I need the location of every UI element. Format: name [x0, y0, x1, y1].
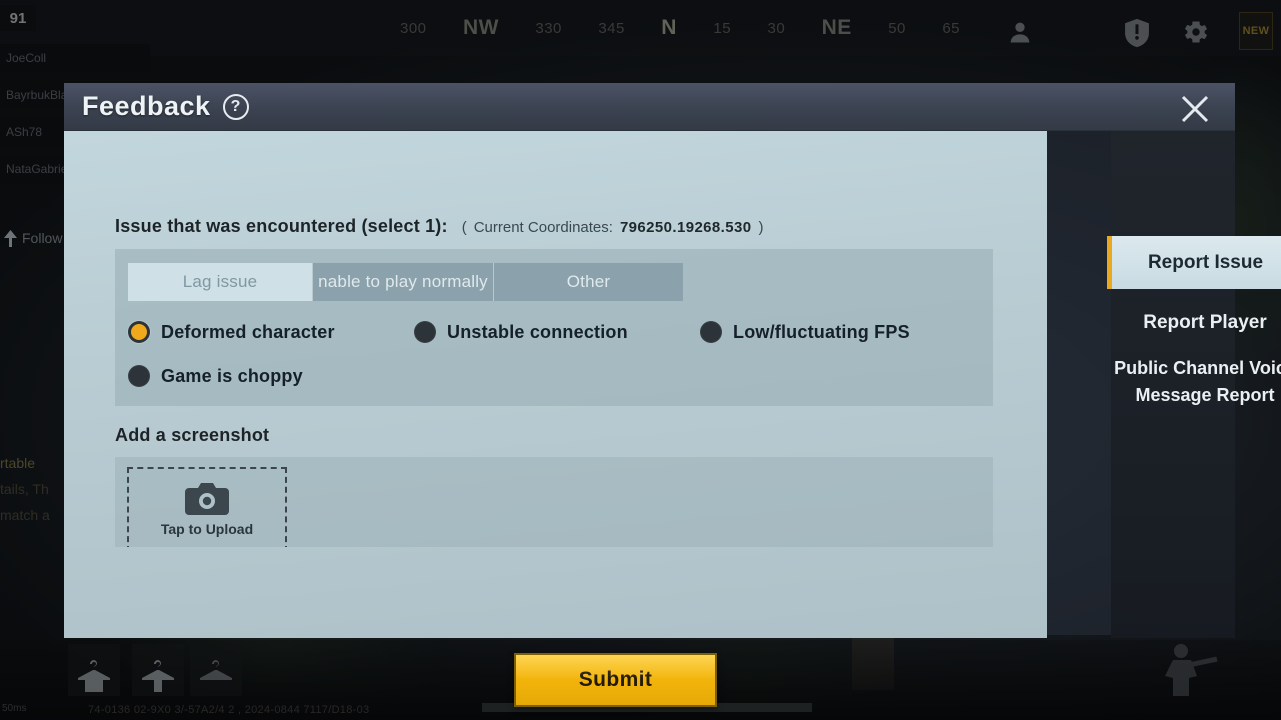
compass-30: 30	[767, 19, 786, 37]
radio-game-is-choppy[interactable]: Game is choppy	[128, 365, 303, 387]
compass-330: 330	[535, 19, 562, 37]
chat-name: JoeColl	[6, 51, 47, 65]
issue-header-row: Issue that was encountered (select 1): (…	[115, 216, 1047, 237]
latency-label: 50ms	[2, 703, 27, 714]
screenshot-upload-box: Tap to Upload	[115, 457, 993, 547]
add-screenshot-label: Add a screenshot	[115, 425, 270, 445]
issue-category-tabs: Lag issue nable to play normally Other	[128, 263, 683, 301]
submit-button-label: Submit	[578, 668, 653, 691]
chat-name: BayrbukBla	[6, 88, 68, 102]
tab-lag-issue-label: Lag issue	[182, 272, 258, 291]
radio-indicator	[700, 321, 722, 343]
score-badge: 91	[0, 5, 36, 31]
score-badge-value: 91	[9, 9, 27, 27]
tab-other-label: Other	[566, 272, 611, 291]
radio-deformed-character[interactable]: Deformed character	[128, 321, 414, 343]
tap-to-upload-label: Tap to Upload	[160, 520, 254, 537]
shield-alert-icon[interactable]	[1124, 18, 1150, 48]
dialog-content-panel: Issue that was encountered (select 1): (…	[64, 131, 1047, 638]
character-silhouette	[1151, 642, 1221, 698]
tab-lag-issue[interactable]: Lag issue	[128, 263, 312, 301]
hanger-icon	[78, 660, 110, 692]
hanger-icon	[142, 660, 174, 692]
rail-item-report-player[interactable]: Report Player	[1111, 307, 1281, 339]
radio-unstable-connection[interactable]: Unstable connection	[414, 321, 700, 343]
profile-icon[interactable]	[1006, 18, 1034, 46]
compass-15: 15	[713, 19, 732, 37]
rail-item-public-channel-voice-message-report[interactable]: Public Channel Voice Message Report	[1111, 353, 1281, 411]
radio-indicator	[414, 321, 436, 343]
dialog-header: Feedback ?	[64, 83, 1235, 131]
compass-tick-left: 300	[400, 19, 427, 37]
new-badge-icon[interactable]: NEW	[1239, 12, 1273, 50]
radio-row: Game is choppy	[128, 365, 993, 387]
clothing-slot-icon[interactable]	[68, 644, 120, 696]
tab-unable-label: nable to play normally	[318, 272, 488, 291]
radio-indicator	[128, 365, 150, 387]
debug-build-text: 74-0136 02-9X0 3/-57A2/4 2 , 2024-0844 7…	[88, 704, 370, 716]
tab-other[interactable]: Other	[494, 263, 683, 301]
radio-label: Deformed character	[161, 321, 335, 342]
new-badge-label: NEW	[1242, 25, 1270, 37]
coords-label: Current Coordinates:	[473, 219, 613, 236]
clothing-slot-icon[interactable]	[132, 644, 184, 696]
radio-row: Deformed character Unstable connection L…	[128, 321, 993, 343]
rail-item-report-issue[interactable]: Report Issue	[1107, 236, 1281, 289]
follow-arrow-icon	[4, 229, 17, 247]
radio-label: Unstable connection	[447, 321, 628, 342]
clothing-slot-icon[interactable]	[190, 644, 242, 696]
compass-ne: NE	[821, 16, 852, 39]
compass-north: N	[661, 16, 677, 39]
issue-radio-group: Deformed character Unstable connection L…	[128, 321, 993, 387]
chat-name: NataGabriel	[6, 162, 71, 176]
radio-indicator-selected	[131, 324, 147, 340]
coords-value: 796250.19268.530	[619, 219, 752, 236]
gear-icon[interactable]	[1182, 18, 1210, 46]
submit-button[interactable]: Submit	[514, 653, 717, 707]
current-coordinates-group: ( Current Coordinates: 796250.19268.530 …	[462, 219, 764, 236]
radio-low-fluctuating-fps[interactable]: Low/fluctuating FPS	[700, 321, 910, 343]
coords-open-paren: (	[461, 219, 467, 236]
hanger-icon	[200, 660, 232, 680]
follow-button-label: Follow	[22, 230, 63, 246]
rail-item-label: Report Player	[1143, 312, 1267, 333]
camera-icon	[185, 482, 229, 515]
issue-question-label: Issue that was encountered (select 1):	[115, 216, 448, 236]
radio-label: Game is choppy	[161, 365, 303, 386]
tab-unable-to-play-normally[interactable]: nable to play normally	[312, 263, 494, 301]
dialog-title: Feedback	[82, 91, 211, 121]
compass-tick-right: 65	[942, 19, 960, 37]
tap-to-upload-dropzone[interactable]: Tap to Upload	[127, 467, 287, 547]
coords-close-paren: )	[758, 219, 764, 236]
compass-nw: NW	[462, 16, 499, 39]
rail-item-label-line1: Public Channel Voice	[1114, 358, 1281, 378]
follow-button[interactable]: Follow	[0, 222, 74, 254]
rail-item-label: Report Issue	[1147, 251, 1264, 273]
compass-bar: 300 NW 330 345 N 15 30 NE 50 65	[400, 8, 960, 48]
feedback-dialog: Feedback ? Issue that was encountered (s…	[64, 83, 1281, 707]
chat-name: ASh78	[6, 125, 43, 139]
help-question-icon[interactable]: ?	[222, 93, 249, 120]
radio-label: Low/fluctuating FPS	[733, 321, 910, 342]
report-type-rail: Report Issue Report Player Public Channe…	[1107, 131, 1281, 638]
issue-selection-box: Lag issue nable to play normally Other D…	[115, 249, 993, 406]
close-x-glyph	[1181, 95, 1209, 123]
weapon-slot[interactable]	[852, 638, 894, 690]
compass-345: 345	[598, 19, 625, 37]
rail-item-label-line2: Message Report	[1135, 385, 1275, 405]
compass-50: 50	[888, 19, 906, 37]
chat-row[interactable]: JoeColl	[0, 44, 150, 72]
close-icon[interactable]	[1173, 92, 1217, 126]
